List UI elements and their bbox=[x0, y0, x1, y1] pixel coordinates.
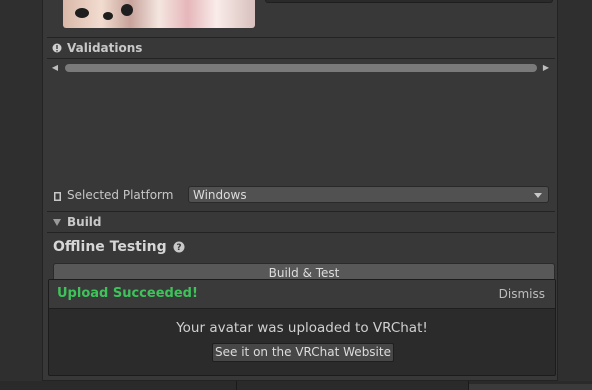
offline-testing-title: Offline Testing ? bbox=[53, 239, 185, 255]
avatar-name-field[interactable] bbox=[265, 0, 553, 3]
chevron-down-icon bbox=[534, 193, 542, 198]
triangle-down-icon bbox=[51, 216, 63, 228]
validations-list bbox=[47, 76, 555, 182]
upload-message: Your avatar was uploaded to VRChat! bbox=[176, 320, 428, 336]
build-header[interactable]: Build bbox=[47, 211, 555, 233]
vrchat-website-button[interactable]: See it on the VRChat Website bbox=[212, 343, 394, 362]
upload-status: Upload Succeeded! bbox=[57, 286, 198, 301]
validations-label: Validations bbox=[67, 41, 143, 55]
dismiss-button[interactable]: Dismiss bbox=[499, 287, 545, 301]
arrow-right-icon[interactable]: ▶ bbox=[541, 63, 551, 73]
bottom-toolbar bbox=[0, 381, 592, 390]
arrow-left-icon[interactable]: ◀ bbox=[50, 63, 60, 73]
platform-icon bbox=[54, 190, 63, 204]
info-icon bbox=[51, 42, 63, 54]
builder-panel: Validations ◀ ▶ Selected Platform Window… bbox=[42, 0, 558, 381]
platform-dropdown[interactable]: Windows bbox=[188, 186, 549, 203]
offline-testing-label: Offline Testing bbox=[53, 239, 167, 255]
platform-value: Windows bbox=[193, 188, 247, 202]
divider bbox=[236, 381, 237, 390]
scrollbar-thumb[interactable] bbox=[65, 64, 537, 72]
avatar-thumbnail[interactable] bbox=[63, 0, 255, 28]
validations-scrollbar[interactable]: ◀ ▶ bbox=[47, 61, 555, 75]
notification-header: Upload Succeeded! Dismiss bbox=[49, 280, 555, 309]
platform-row: Selected Platform Windows bbox=[47, 185, 555, 205]
upload-notification: Upload Succeeded! Dismiss Your avatar wa… bbox=[48, 279, 556, 376]
bottom-panel-tab[interactable] bbox=[469, 384, 592, 390]
platform-label: Selected Platform bbox=[67, 188, 174, 202]
build-label: Build bbox=[67, 215, 102, 229]
validations-header[interactable]: Validations bbox=[47, 37, 555, 59]
help-icon[interactable]: ? bbox=[173, 241, 185, 253]
svg-text:?: ? bbox=[176, 243, 181, 253]
